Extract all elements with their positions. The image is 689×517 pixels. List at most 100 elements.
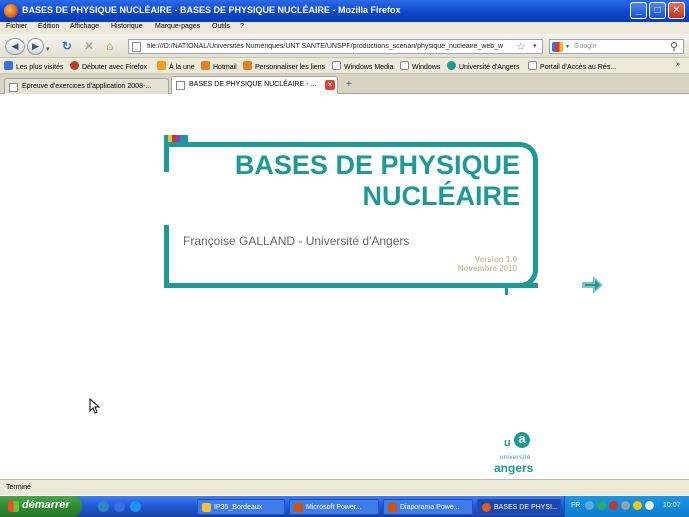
volume-icon[interactable]	[645, 501, 654, 510]
page-icon	[132, 42, 141, 52]
navigation-toolbar: ◀ ▶ ▾ ↻ ✕ ⌂ file:///D:/NATIONAL/Universi…	[0, 34, 689, 58]
bookmark-debuter-firefox[interactable]: Débuter avec Firefox	[70, 61, 147, 71]
status-bar: Terminé	[0, 479, 689, 495]
tab-bases-physique[interactable]: BASES DE PHYSIQUE NUCLÉAIRE - ... ×	[171, 76, 338, 94]
windows-taskbar: démarrer IP35_Bordeaux Microsoft Power..…	[0, 496, 689, 517]
logo-letter-u: u	[504, 437, 511, 449]
color-bars-decoration	[164, 135, 188, 142]
ie-icon[interactable]	[114, 501, 125, 512]
powerpoint-icon	[388, 503, 397, 512]
google-icon[interactable]	[552, 42, 563, 52]
back-button[interactable]: ◀	[5, 38, 25, 55]
bookmark-icon	[4, 61, 13, 70]
rss-icon	[157, 61, 166, 70]
url-text: file:///D:/NATIONAL/Universités Numériqu…	[147, 43, 504, 50]
help-icon[interactable]	[585, 501, 594, 510]
language-indicator[interactable]: FR	[571, 502, 580, 509]
document-version: Version 1.0 Novembre 2010	[380, 255, 517, 273]
bookmark-personnaliser[interactable]: Personnaliser les liens	[243, 61, 325, 71]
bookmark-windows-media[interactable]: Windows Media	[332, 61, 393, 71]
university-logo: u a université angers	[490, 432, 542, 478]
windows-logo-icon	[8, 501, 19, 512]
menu-edition[interactable]: Édition	[38, 23, 59, 30]
bookmark-universite-angers[interactable]: Université d'Angers	[447, 61, 519, 71]
window-title: BASES DE PHYSIQUE NUCLÉAIRE - BASES DE P…	[22, 5, 401, 15]
clock: 10:07	[663, 502, 681, 509]
new-tab-icon[interactable]: +	[346, 79, 352, 90]
folder-icon	[202, 503, 211, 512]
minimize-button[interactable]: _	[630, 2, 647, 19]
history-dropdown-icon[interactable]: ▾	[46, 42, 50, 58]
tray-icon[interactable]	[609, 501, 618, 510]
document-title: BASES DE PHYSIQUE NUCLÉAIRE	[234, 150, 520, 211]
search-box[interactable]: ▾ Google ⚲	[549, 39, 684, 54]
bookmark-star-icon[interactable]: ☆	[516, 40, 526, 53]
tab-epreuve[interactable]: Epreuve d'exercices d'application 2008-.…	[4, 78, 169, 94]
bookmarks-toolbar: Les plus visités Débuter avec Firefox À …	[0, 58, 689, 74]
firefox-icon	[70, 61, 79, 70]
frame-edge	[164, 283, 538, 288]
bookmark-les-plus-visites[interactable]: Les plus visités	[4, 61, 63, 71]
search-engine-dropdown-icon[interactable]: ▾	[566, 43, 569, 50]
close-button[interactable]: ✕	[668, 2, 685, 19]
page-icon	[528, 61, 537, 70]
task-diaporama[interactable]: Diaporama Powe...	[383, 499, 473, 515]
tab-close-icon[interactable]: ×	[325, 80, 335, 90]
task-ip35-bordeaux[interactable]: IP35_Bordeaux	[197, 499, 285, 515]
page-icon	[332, 61, 341, 70]
window-title-bar: BASES DE PHYSIQUE NUCLÉAIRE - BASES DE P…	[0, 0, 689, 22]
address-bar[interactable]: file:///D:/NATIONAL/Universités Numériqu…	[128, 39, 543, 54]
menu-bar: Fichier Édition Affichage Historique Mar…	[0, 22, 689, 34]
forward-button[interactable]: ▶	[27, 38, 44, 55]
msn-icon	[201, 61, 210, 70]
system-tray: FR 10:07	[564, 496, 689, 517]
page-content: BASES DE PHYSIQUE NUCLÉAIRE Françoise GA…	[0, 95, 689, 479]
firefox-icon	[4, 4, 18, 18]
menu-help[interactable]: ?	[240, 23, 244, 30]
bookmark-hotmail[interactable]: Hotmail	[201, 61, 237, 71]
menu-historique[interactable]: Historique	[111, 23, 143, 30]
search-placeholder: Google	[574, 43, 597, 50]
version-label: Version 1.0	[474, 255, 517, 264]
version-date: Novembre 2010	[457, 264, 517, 273]
bookmark-portail-acces[interactable]: Portail d'Accès au Rés...	[528, 61, 616, 71]
next-arrow-icon[interactable]	[582, 275, 604, 295]
bookmark-a-la-une[interactable]: À la une	[157, 61, 195, 71]
network-icon[interactable]	[621, 501, 630, 510]
home-icon[interactable]: ⌂	[106, 38, 113, 54]
logo-angers: angers	[494, 461, 534, 475]
ua-icon	[447, 61, 456, 70]
task-firefox-bases-physique[interactable]: BASES DE PHYSI...	[477, 499, 561, 515]
task-microsoft-powerpoint[interactable]: Microsoft Power...	[289, 499, 379, 515]
status-text: Terminé	[6, 484, 31, 491]
start-button[interactable]: démarrer	[0, 496, 82, 517]
stop-icon[interactable]: ✕	[84, 38, 94, 54]
reload-icon[interactable]: ↻	[62, 38, 72, 54]
menu-outils[interactable]: Outils	[212, 23, 230, 30]
search-icon[interactable]: ⚲	[670, 40, 678, 53]
tab-bar: Epreuve d'exercices d'application 2008-.…	[0, 74, 689, 94]
page-icon	[400, 61, 409, 70]
tray-icon[interactable]	[633, 501, 642, 510]
quicklaunch-icon[interactable]	[130, 501, 141, 512]
menu-fichier[interactable]: Fichier	[6, 23, 27, 30]
tray-icon[interactable]	[597, 501, 606, 510]
frame-edge	[164, 142, 169, 172]
powerpoint-icon	[294, 503, 303, 512]
logo-letter-a: a	[514, 432, 530, 448]
frame-tick	[505, 283, 508, 295]
menu-affichage[interactable]: Affichage	[70, 23, 99, 30]
firefox-icon	[482, 503, 491, 512]
bookmarks-overflow-icon[interactable]: »	[676, 61, 680, 68]
url-dropdown-icon[interactable]: ▾	[533, 42, 537, 50]
bookmark-windows[interactable]: Windows	[400, 61, 440, 71]
document-author: Françoise GALLAND - Université d'Angers	[183, 234, 410, 248]
msn-icon	[243, 61, 252, 70]
menu-marque-pages[interactable]: Marque-pages	[155, 23, 200, 30]
desktop-icon[interactable]	[98, 501, 109, 512]
page-icon	[9, 83, 18, 92]
mouse-cursor-icon	[89, 398, 101, 414]
maximize-button[interactable]: □	[649, 2, 666, 19]
page-icon	[176, 81, 185, 90]
frame-edge	[164, 225, 169, 288]
